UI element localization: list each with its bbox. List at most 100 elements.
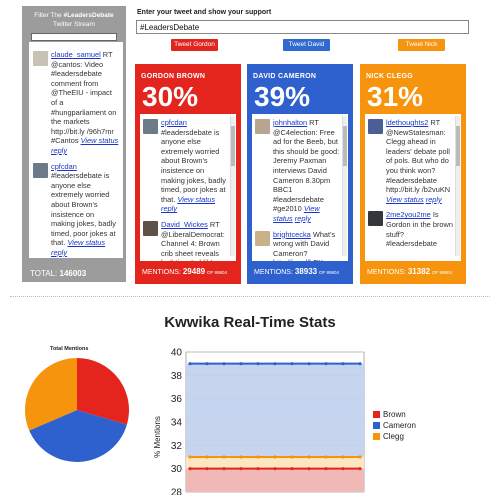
data-point-cameron: [290, 362, 294, 366]
avatar[interactable]: [33, 51, 48, 66]
tweet-gordon-button[interactable]: Tweet Gordon: [171, 39, 218, 51]
data-point-clegg: [239, 455, 243, 459]
tweet-text: #leadersdebate is anyone else extremely …: [161, 127, 226, 204]
avatar[interactable]: [368, 211, 383, 227]
data-point-clegg: [290, 455, 294, 459]
avatar[interactable]: [368, 119, 383, 134]
candidate-percent: 30%: [142, 81, 199, 112]
data-point-clegg: [256, 455, 260, 459]
candidate-tweet-feed[interactable]: johnhalton RT @C4election: Free ad for t…: [252, 114, 348, 261]
candidate-mentions: MENTIONS: 29489 OF 99804: [142, 267, 227, 276]
data-point-brown: [324, 467, 328, 471]
tweet: claude_samuel RT @cantos: Video #leaders…: [33, 50, 120, 156]
y-tick-label: 28: [171, 488, 183, 496]
scrollbar-thumb[interactable]: [456, 126, 460, 166]
candidate-name: NICK CLEGG: [366, 73, 413, 80]
tweet-input[interactable]: [136, 20, 469, 34]
reply-link[interactable]: reply: [161, 204, 177, 213]
avatar[interactable]: [255, 230, 270, 246]
area-cameron: [186, 363, 364, 457]
tweet-body: David_Wickes RT @LiberalDemocrat: Channe…: [161, 220, 228, 261]
data-point-cameron: [307, 362, 311, 366]
data-point-clegg: [205, 455, 209, 459]
candidate-name: DAVID CAMERON: [253, 73, 317, 80]
avatar[interactable]: [143, 220, 158, 236]
tweet-body: claude_samuel RT @cantos: Video #leaders…: [51, 50, 120, 156]
reply-link[interactable]: reply: [51, 248, 67, 257]
tweet-user-link[interactable]: johnhalton: [273, 118, 307, 127]
candidate-tweet-feed[interactable]: ldethoughts2 RT @NewStatesman: Clegg ahe…: [365, 114, 461, 261]
mentions-label: MENTIONS:: [142, 269, 181, 276]
legend-item: Brown: [373, 409, 416, 420]
tweet-user-link[interactable]: 2me2you2me: [386, 210, 431, 219]
candidate-column-cameron: DAVID CAMERON 39% johnhalton RT @C4electio…: [247, 64, 353, 284]
tweet-user-link[interactable]: cpfcdan: [51, 162, 77, 171]
avatar[interactable]: [143, 119, 158, 134]
data-point-clegg: [324, 455, 328, 459]
sidebar-tweet-feed[interactable]: claude_samuel RT @cantos: Video #leaders…: [29, 42, 123, 258]
tweet-text: RT @cantos: Video #leadersdebate comment…: [51, 50, 117, 146]
tweet-body: 2me2you2me Is Gordon in the brown stuff?…: [386, 210, 453, 248]
candidate-percent: 39%: [254, 81, 311, 112]
tweet-body: cpfcdan #leadersdebate is anyone else ex…: [161, 118, 228, 214]
y-axis-label: % Mentions: [153, 416, 162, 458]
data-point-cameron: [205, 362, 209, 366]
scrollbar[interactable]: [342, 116, 347, 256]
tweet-body: johnhalton RT @C4election: Free ad for t…: [273, 118, 340, 224]
reply-link[interactable]: reply: [51, 146, 67, 155]
scrollbar-thumb[interactable]: [343, 126, 347, 166]
tweet-user-link[interactable]: brightcecka: [273, 230, 311, 239]
total-mentions-pie-chart: [24, 358, 129, 462]
view-status-link[interactable]: View status: [67, 238, 105, 247]
tweet-text: RT @C4election: Free ad for the Beeb, bu…: [273, 118, 340, 214]
tweet: 2me2you2me Is Gordon in the brown stuff?…: [368, 210, 453, 248]
tweet: johnhalton RT @C4election: Free ad for t…: [255, 118, 340, 224]
view-status-link[interactable]: View status: [81, 136, 119, 145]
view-status-link[interactable]: View status: [177, 195, 215, 204]
y-tick-label: 30: [171, 464, 183, 475]
data-point-cameron: [358, 362, 362, 366]
tweet-nick-button[interactable]: Tweet Nick: [398, 39, 445, 51]
mentions-value: 29489: [182, 267, 206, 276]
view-status-link[interactable]: View status: [386, 195, 424, 204]
scrollbar[interactable]: [230, 116, 235, 256]
stream-label: Twitter Stream: [53, 21, 95, 28]
y-tick-label: 34: [171, 418, 183, 429]
candidate-mentions: MENTIONS: 31382 OF 99804: [367, 267, 452, 276]
data-point-brown: [358, 467, 362, 471]
data-point-clegg: [307, 455, 311, 459]
data-point-cameron: [256, 362, 260, 366]
data-point-clegg: [341, 455, 345, 459]
chart-legend: Brown Cameron Clegg: [373, 409, 416, 442]
candidate-tweet-feed[interactable]: cpfcdan #leadersdebate is anyone else ex…: [140, 114, 236, 261]
legend-label: Cameron: [383, 421, 416, 430]
reply-link[interactable]: reply: [426, 195, 442, 204]
candidate-name: GORDON BROWN: [141, 73, 206, 80]
section-divider: [10, 296, 490, 297]
filter-input[interactable]: [31, 33, 117, 41]
legend-item: Cameron: [373, 420, 416, 431]
legend-label: Brown: [383, 410, 406, 419]
stats-title: Kwwika Real-Time Stats: [164, 314, 336, 331]
data-point-cameron: [222, 362, 226, 366]
tweet-user-link[interactable]: David_Wickes: [161, 220, 208, 229]
data-point-brown: [273, 467, 277, 471]
mentions-value: 38933: [294, 267, 318, 276]
tweet: David_Wickes RT @LiberalDemocrat: Channe…: [143, 220, 228, 261]
tweet-david-button[interactable]: Tweet David: [283, 39, 330, 51]
scrollbar[interactable]: [455, 116, 460, 256]
tweet-user-link[interactable]: cpfcdan: [161, 118, 187, 127]
candidate-column-clegg: NICK CLEGG 31% ldethoughts2 RT @NewStatesm…: [360, 64, 466, 284]
tweet-user-link[interactable]: ldethoughts2: [386, 118, 428, 127]
data-point-clegg: [273, 455, 277, 459]
total-label: TOTAL:: [30, 269, 58, 278]
tweet-user-link[interactable]: claude_samuel: [51, 50, 101, 59]
avatar[interactable]: [255, 119, 270, 134]
avatar[interactable]: [33, 162, 48, 178]
candidate-percent: 31%: [367, 81, 424, 112]
filter-prefix: Filter The: [34, 12, 62, 19]
scrollbar-thumb[interactable]: [231, 126, 235, 166]
total-value: 146003: [59, 269, 87, 278]
reply-link[interactable]: reply: [295, 214, 311, 223]
data-point-cameron: [239, 362, 243, 366]
